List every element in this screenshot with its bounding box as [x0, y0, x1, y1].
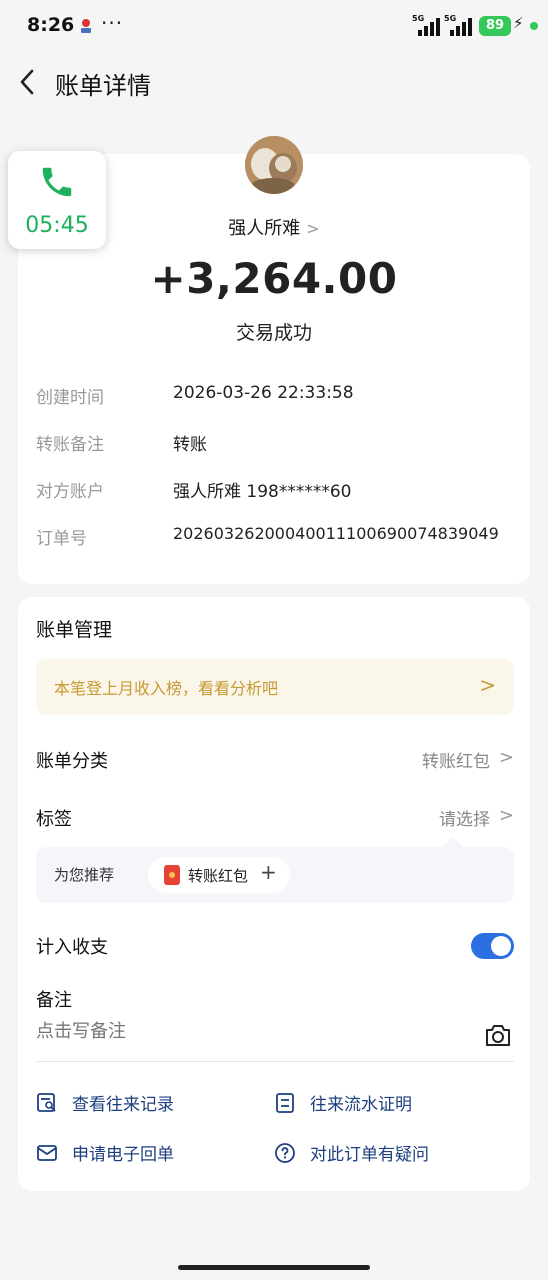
- signal-icon: 5G: [412, 14, 442, 36]
- action-label: 对此订单有疑问: [310, 1145, 429, 1165]
- recommend-tags: 为您推荐 转账红包 +: [36, 847, 514, 903]
- home-indicator[interactable]: [178, 1265, 370, 1270]
- detail-label: 创建时间: [36, 388, 104, 408]
- transaction-amount: +3,264.00: [150, 254, 398, 303]
- detail-value: 2026-03-26 22:33:58: [173, 383, 354, 403]
- phone-icon: [42, 167, 72, 197]
- status-bar: 8:26 ··· 5G 5G 89 ⚡: [0, 0, 548, 54]
- plus-icon: +: [260, 860, 277, 884]
- record-search-icon: [37, 1093, 56, 1112]
- action-label: 申请电子回单: [72, 1145, 174, 1165]
- payee-label: 强人所难: [228, 218, 301, 239]
- detail-label: 对方账户: [36, 482, 104, 502]
- status-time: 8:26: [27, 14, 75, 36]
- red-packet-icon: [164, 865, 180, 885]
- signal-icon: 5G: [444, 14, 474, 36]
- charging-icon: ⚡: [513, 14, 524, 32]
- bill-management-card: 账单管理 本笔登上月收入榜，看看分析吧 > 账单分类 转账红包 > 标签 请选择…: [18, 597, 530, 1191]
- section-title: 账单管理: [36, 619, 113, 641]
- count-in-balance-row: 计入收支: [36, 933, 514, 963]
- call-timer: 05:45: [25, 213, 89, 238]
- chevron-right-icon: >: [498, 805, 514, 826]
- network-type-label: 5G: [412, 14, 425, 23]
- mail-icon: [37, 1145, 57, 1161]
- page-title: 账单详情: [55, 72, 151, 100]
- avatar[interactable]: [245, 136, 303, 194]
- document-icon: [276, 1093, 294, 1113]
- count-in-balance-toggle[interactable]: [471, 933, 514, 959]
- detail-value[interactable]: 20260326200040011100690074839049: [173, 524, 499, 543]
- question-icon: [275, 1143, 295, 1163]
- category-value: 转账红包: [422, 752, 490, 772]
- action-label: 往来流水证明: [310, 1095, 412, 1115]
- chevron-right-icon: >: [479, 673, 496, 697]
- chip-label: 转账红包: [188, 867, 249, 885]
- banner-text: 本笔登上月收入榜，看看分析吧: [54, 679, 279, 698]
- app-notification-icon: [81, 19, 91, 33]
- tag-value: 请选择: [439, 810, 490, 830]
- divider: [36, 1061, 514, 1062]
- detail-value: 强人所难 198******60: [173, 482, 352, 502]
- battery-icon: 89: [479, 16, 511, 36]
- network-type-label: 5G: [444, 14, 457, 23]
- detail-value: 转账: [173, 435, 207, 455]
- recommend-label: 为您推荐: [54, 866, 115, 884]
- income-ranking-banner[interactable]: 本笔登上月收入榜，看看分析吧 >: [36, 659, 514, 715]
- transaction-status: 交易成功: [235, 322, 312, 344]
- tag-label: 标签: [36, 809, 72, 830]
- call-float-widget[interactable]: 05:45: [8, 151, 106, 249]
- camera-icon[interactable]: [484, 1022, 512, 1048]
- recommend-chip[interactable]: 转账红包 +: [148, 857, 290, 893]
- nav-bar: 账单详情: [0, 54, 548, 110]
- more-notifications-icon: ···: [101, 11, 124, 35]
- avatar-image: [245, 136, 303, 194]
- chevron-right-icon: >: [306, 219, 320, 238]
- back-arrow-icon[interactable]: [14, 66, 42, 98]
- action-label: 查看往来记录: [72, 1095, 174, 1115]
- chevron-right-icon: >: [498, 747, 514, 768]
- category-label: 账单分类: [36, 751, 108, 772]
- status-dot-icon: [530, 22, 538, 30]
- tag-row[interactable]: 标签 请选择 >: [36, 805, 514, 835]
- note-label: 备注: [36, 990, 72, 1011]
- detail-label: 转账备注: [36, 435, 104, 455]
- note-input[interactable]: [36, 1021, 466, 1042]
- category-row[interactable]: 账单分类 转账红包 >: [36, 747, 514, 777]
- count-label: 计入收支: [36, 937, 108, 958]
- detail-label: 订单号: [36, 529, 87, 549]
